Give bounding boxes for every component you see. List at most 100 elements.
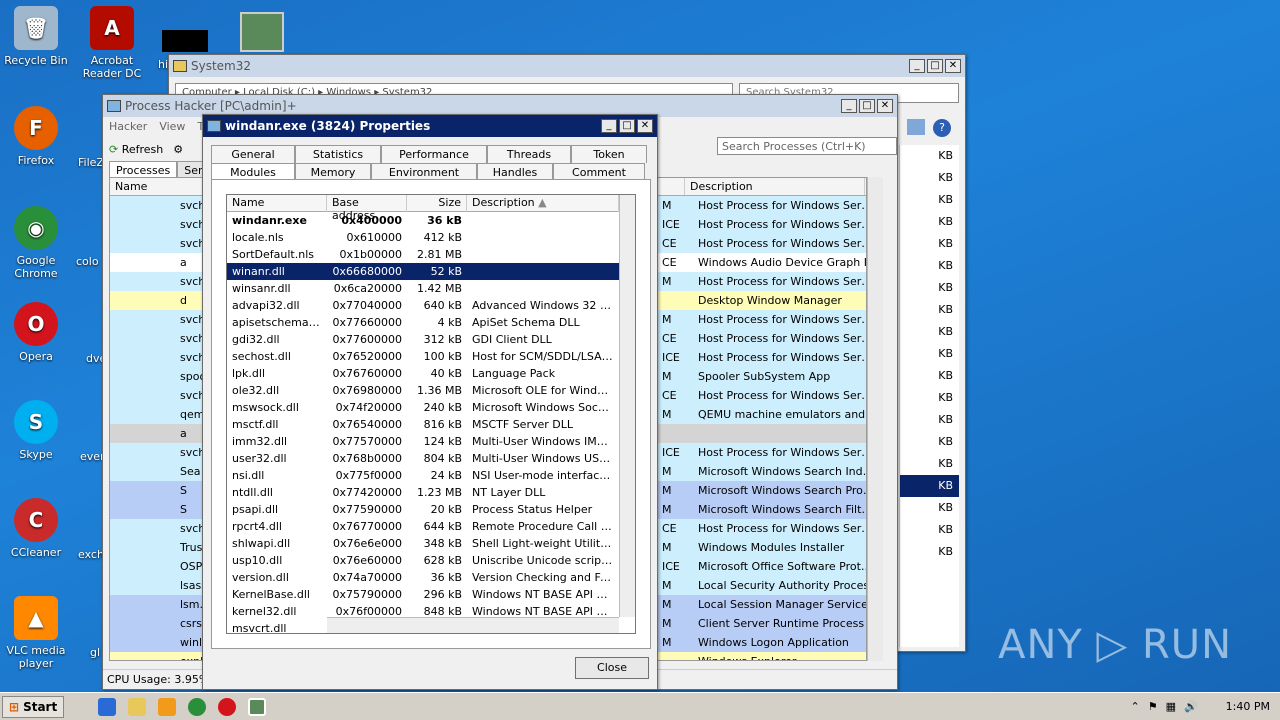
opera-icon: O (14, 302, 58, 346)
module-row[interactable]: nsi.dll 0x775f0000 24 kB NSI User-mode inte… (227, 467, 635, 484)
explorer-titlebar[interactable]: System32 _ □ ✕ (169, 55, 965, 77)
tab-general[interactable]: General (211, 145, 295, 163)
help-icon[interactable]: ? (933, 119, 951, 137)
module-description: MSCTF Server DLL (472, 418, 573, 431)
desktop-icon-ccleaner[interactable]: C CCleaner (0, 498, 72, 559)
process-user-fragment: CE (662, 522, 677, 535)
ccleaner-icon: C (14, 498, 58, 542)
volume-icon[interactable]: 🔊 (1184, 700, 1198, 713)
refresh-button[interactable]: ⟳ Refresh (109, 143, 163, 156)
desktop-icon-firefox[interactable]: F Firefox (0, 106, 72, 167)
process-user-fragment: M (662, 408, 672, 421)
explorer-icon[interactable] (128, 697, 147, 716)
minimize-button[interactable]: _ (601, 119, 617, 133)
module-row[interactable]: apisetschema.dll 0x77660000 4 kB ApiSet Sch… (227, 314, 635, 331)
module-row[interactable]: imm32.dll 0x77570000 124 kB Multi-User Wind… (227, 433, 635, 450)
module-row[interactable]: msctf.dll 0x76540000 816 kB MSCTF Server DL… (227, 416, 635, 433)
flag-icon[interactable]: ⚑ (1148, 700, 1158, 713)
module-row[interactable]: mswsock.dll 0x74f20000 240 kB Microsoft Win… (227, 399, 635, 416)
menu-view[interactable]: View (159, 120, 185, 134)
desktop-label-hi[interactable]: hi (158, 58, 168, 71)
module-name: msvcrt.dll (232, 622, 287, 634)
module-row[interactable]: SortDefault.nls 0x1b00000 2.81 MB (227, 246, 635, 263)
process-hacker-taskbar-icon[interactable] (248, 697, 267, 716)
col-base-address[interactable]: Base address (327, 195, 407, 222)
close-button[interactable]: ✕ (877, 99, 893, 113)
ph-vscrollbar[interactable] (867, 177, 883, 661)
desktop-label-colo[interactable]: colo (76, 255, 99, 268)
module-row[interactable]: ole32.dll 0x76980000 1.36 MB Microsoft OLE … (227, 382, 635, 399)
module-row[interactable]: locale.nls 0x610000 412 kB (227, 229, 635, 246)
col-size[interactable]: Size (407, 195, 467, 212)
col-module-name[interactable]: Name (227, 195, 327, 212)
desktop-icon-recycle-bin[interactable]: 🗑 Recycle Bin (0, 6, 72, 67)
modules-vscrollbar[interactable] (619, 195, 635, 617)
module-description: Microsoft OLE for Windows (472, 384, 619, 397)
process-name: svch (180, 446, 206, 459)
ph-search-input[interactable]: Search Processes (Ctrl+K) (717, 137, 897, 155)
view-icon[interactable] (907, 119, 925, 135)
module-row[interactable]: sechost.dll 0x76520000 100 kB Host for SCM/… (227, 348, 635, 365)
module-row[interactable]: user32.dll 0x768b0000 804 kB Multi-User Win… (227, 450, 635, 467)
desktop-label-gl[interactable]: gl (90, 646, 100, 659)
close-button[interactable]: ✕ (945, 59, 961, 73)
module-row[interactable]: winsanr.dll 0x6ca20000 1.42 MB (227, 280, 635, 297)
ie-icon[interactable] (98, 697, 117, 716)
size-cell: KB (938, 523, 953, 536)
maximize-button[interactable]: □ (927, 59, 943, 73)
chrome-taskbar-icon[interactable] (188, 697, 207, 716)
module-row[interactable]: ntdll.dll 0x77420000 1.23 MB NT Layer DLL (227, 484, 635, 501)
maximize-button[interactable]: □ (859, 99, 875, 113)
start-button[interactable]: ⊞ Start (2, 695, 65, 718)
menu-hacker[interactable]: Hacker (109, 120, 147, 134)
module-name: shlwapi.dll (232, 537, 291, 550)
minimize-button[interactable]: _ (909, 59, 925, 73)
desktop-label-filezilla[interactable]: FileZ (78, 156, 104, 169)
props-titlebar[interactable]: windanr.exe (3824) Properties _ □ ✕ (203, 115, 657, 137)
tray-expand-icon[interactable]: ⌃ (1130, 700, 1139, 713)
media-player-icon[interactable] (158, 697, 177, 716)
opera-taskbar-icon[interactable] (218, 697, 237, 716)
module-row[interactable]: psapi.dll 0x77590000 20 kB Process Status H… (227, 501, 635, 518)
col-description[interactable]: Description ▲ (467, 195, 619, 212)
tab-performance[interactable]: Performance (381, 145, 487, 163)
module-row[interactable]: shlwapi.dll 0x76e6e000 348 kB Shell Light-w… (227, 535, 635, 552)
module-row[interactable]: lpk.dll 0x76760000 40 kB Language Pack (227, 365, 635, 382)
maximize-button[interactable]: □ (619, 119, 635, 133)
module-row[interactable]: advapi32.dll 0x77040000 640 kB Advanced Win… (227, 297, 635, 314)
module-row[interactable]: KernelBase.dll 0x75790000 296 kB Windows NT… (227, 586, 635, 603)
desktop-label-ever[interactable]: ever (80, 450, 105, 463)
desktop-icon-chrome[interactable]: ◉ Google Chrome (0, 206, 72, 280)
close-dialog-button[interactable]: Close (575, 657, 649, 679)
module-row[interactable]: usp10.dll 0x76e60000 628 kB Uniscribe Unico… (227, 552, 635, 569)
windows-logo-icon: ⊞ (9, 699, 20, 714)
module-row-selected[interactable]: winanr.dll 0x66680000 52 kB (227, 263, 635, 280)
module-size: 2.81 MB (416, 248, 462, 261)
module-row[interactable]: gdi32.dll 0x77600000 312 kB GDI Client DLL (227, 331, 635, 348)
network-icon[interactable]: ▦ (1166, 700, 1176, 713)
tab-statistics[interactable]: Statistics (295, 145, 381, 163)
module-row[interactable]: windanr.exe 0x400000 36 kB (227, 212, 635, 229)
tab-threads[interactable]: Threads (487, 145, 571, 163)
options-icon[interactable]: ⚙ (173, 143, 183, 156)
minimize-button[interactable]: _ (841, 99, 857, 113)
close-button[interactable]: ✕ (637, 119, 653, 133)
col-description[interactable]: Description (685, 178, 865, 195)
monitor-app-icon[interactable] (240, 12, 284, 52)
size-cell: KB (938, 259, 953, 272)
process-description: Host Process for Windows Services (698, 332, 866, 345)
process-name: svch (180, 332, 206, 345)
desktop-icon-vlc[interactable]: ▲ VLC media player (0, 596, 72, 670)
desktop-icon-skype[interactable]: S Skype (0, 400, 72, 461)
process-name: svch (180, 389, 206, 402)
tab-token[interactable]: Token (571, 145, 647, 163)
black-app-icon[interactable] (162, 30, 208, 52)
modules-hscrollbar[interactable] (327, 617, 619, 633)
module-row[interactable]: rpcrt4.dll 0x76770000 644 kB Remote Procedu… (227, 518, 635, 535)
desktop-label-exch[interactable]: exch (78, 548, 104, 561)
clock[interactable]: 1:40 PM (1226, 700, 1270, 713)
module-size: 1.42 MB (416, 282, 462, 295)
module-row[interactable]: version.dll 0x74a70000 36 kB Version Checki… (227, 569, 635, 586)
desktop-icon-acrobat[interactable]: A Acrobat Reader DC (76, 6, 148, 80)
desktop-icon-opera[interactable]: O Opera (0, 302, 72, 363)
